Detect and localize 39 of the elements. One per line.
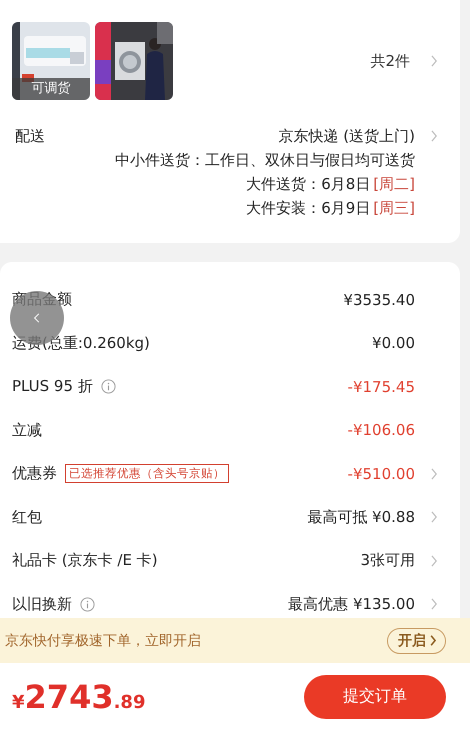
coupon-tag: 已选推荐优惠（含头号京贴） [65, 464, 229, 484]
fee-label: PLUS 95 折 [12, 377, 93, 396]
banner-text: 京东快付享极速下单，立即开启 [5, 632, 201, 650]
info-icon[interactable] [80, 596, 95, 612]
delivery-note: 中小件送货：工作日、双休日与假日均可送货 [115, 150, 415, 170]
fee-value: -¥106.06 [348, 421, 415, 440]
fee-label: 红包 [12, 508, 42, 527]
fee-value: ¥0.00 [372, 334, 415, 352]
fee-value: 最高可抵 ¥0.88 [307, 508, 415, 527]
chevron-icon[interactable] [431, 554, 438, 567]
chevron-icon[interactable] [431, 468, 438, 480]
fee-value: 最高优惠 ¥135.00 [288, 594, 415, 614]
weekday: [周三] [373, 198, 415, 218]
delivery-date-label: 大件安装： [246, 198, 322, 218]
delivery-date: 6月9日 [321, 198, 370, 218]
delivery-date-label: 大件送货： [246, 174, 322, 194]
chevron-icon[interactable] [431, 55, 438, 67]
fee-value: 3张可用 [360, 551, 415, 570]
delivery-method[interactable]: 京东快递 (送货上门) [278, 126, 415, 146]
item-count-link[interactable]: 共2件 [370, 52, 410, 70]
enable-button[interactable]: 开启 [387, 628, 446, 654]
total-price: ¥2743.89 [12, 678, 146, 716]
submit-order-button[interactable]: 提交订单 [304, 674, 446, 718]
fee-label: 立减 [12, 420, 42, 440]
fee-label: 礼品卡 (京东卡 /E 卡) [12, 551, 158, 570]
stock-badge: 可调货 [12, 78, 90, 100]
fee-label: 优惠券 [12, 464, 57, 484]
chevron-icon[interactable] [431, 598, 438, 610]
fee-value: -¥175.45 [348, 378, 415, 396]
fee-value: -¥510.00 [348, 464, 415, 483]
delivery-label: 配送 [15, 126, 45, 147]
chevron-icon[interactable] [431, 130, 438, 142]
chevron-icon[interactable] [431, 511, 438, 524]
chevron-icon [430, 635, 437, 646]
fee-label: 以旧换新 [12, 594, 72, 614]
weekday: [周二] [373, 174, 415, 194]
delivery-date: 6月8日 [321, 174, 370, 194]
info-icon[interactable] [100, 379, 116, 394]
fee-value: ¥3535.40 [343, 290, 415, 309]
